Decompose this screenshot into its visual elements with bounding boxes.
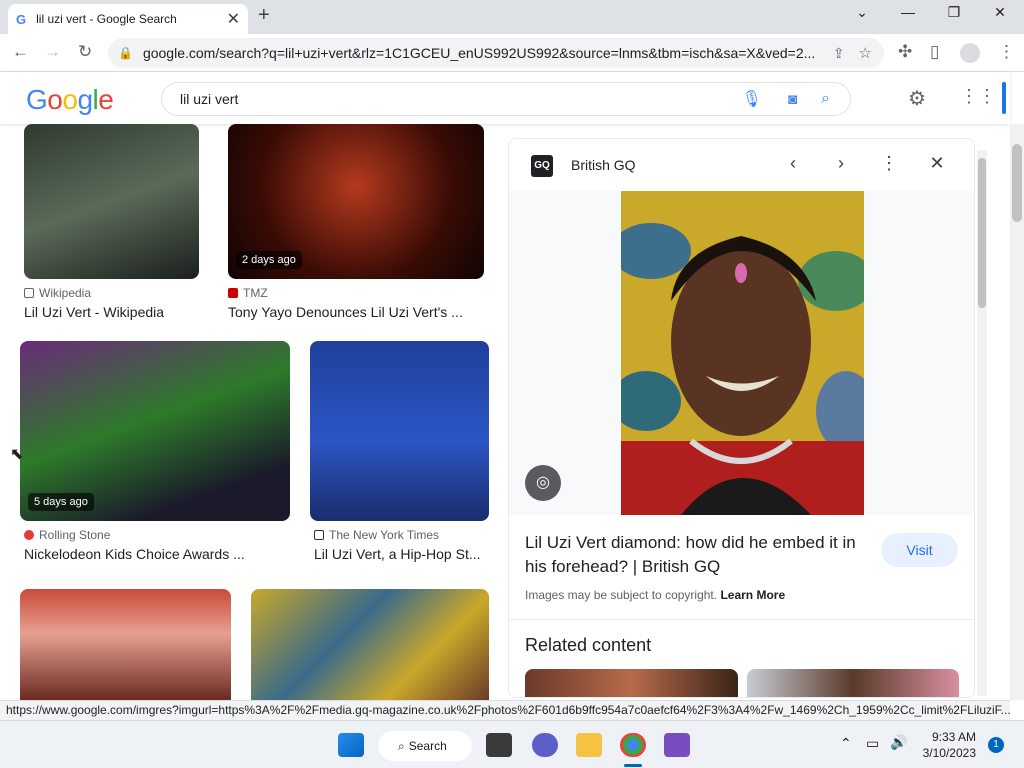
notification-badge[interactable]: 1	[988, 737, 1004, 753]
settings-gear-icon[interactable]: ⚙	[908, 86, 926, 111]
system-clock[interactable]: 9:33 AM 3/10/2023	[920, 729, 976, 761]
tab-search-icon[interactable]: ⌄	[842, 4, 882, 21]
result-caption[interactable]: Tony Yayo Denounces Lil Uzi Vert's ...	[228, 304, 484, 320]
new-tab-icon[interactable]: +	[258, 4, 270, 27]
image-preview-panel: GQ British GQ ‹ › ⋮ ✕ ◎ Lil Uzi Vert dia…	[508, 138, 975, 698]
google-lens-button[interactable]: ◎	[525, 465, 561, 501]
browser-toolbar: ← → ↻ 🔒 google.com/search?q=lil+uzi+vert…	[0, 34, 1024, 72]
result-source-label: Wikipedia	[39, 286, 92, 300]
close-panel-icon[interactable]: ✕	[925, 153, 949, 174]
next-icon[interactable]: ›	[829, 153, 853, 174]
extensions-icon[interactable]: ✣	[898, 42, 912, 62]
previous-icon[interactable]: ‹	[781, 153, 805, 174]
related-image[interactable]	[747, 669, 959, 697]
search-icon[interactable]: ⌕	[821, 90, 830, 108]
result-source-label: Rolling Stone	[39, 528, 111, 542]
google-logo[interactable]: Google	[26, 84, 114, 116]
time-badge: 5 days ago	[28, 493, 94, 511]
back-icon[interactable]: ←	[12, 42, 29, 62]
lock-icon[interactable]: 🔒	[118, 46, 133, 60]
chevron-up-icon[interactable]: ⌃	[840, 735, 852, 752]
result-caption[interactable]: Nickelodeon Kids Choice Awards ...	[24, 546, 290, 562]
result-image[interactable]	[310, 341, 489, 521]
url-text: google.com/search?q=lil+uzi+vert&rlz=1C1…	[142, 45, 816, 61]
panel-scrollbar[interactable]	[977, 150, 987, 696]
network-icon[interactable]: ▭	[866, 735, 879, 752]
result-source[interactable]: Wikipedia	[24, 286, 91, 300]
tab-strip: G lil uzi vert - Google Search ✕ + ⌄ — ❐…	[0, 0, 1024, 34]
visit-button[interactable]: Visit	[881, 533, 958, 567]
file-explorer-icon[interactable]	[576, 733, 602, 757]
share-icon[interactable]: ⇪	[833, 45, 845, 62]
google-header: Google lil uzi vert 🎙 ◙ ⌕ ⚙ ⋮⋮	[0, 72, 1010, 124]
minimize-icon[interactable]: —	[888, 4, 928, 20]
task-view-icon[interactable]	[486, 733, 512, 757]
reload-icon[interactable]: ↻	[78, 42, 92, 62]
result-source[interactable]: The New York Times	[314, 528, 439, 542]
menu-kebab-icon[interactable]: ⋮	[998, 42, 1015, 62]
close-tab-icon[interactable]: ✕	[227, 9, 240, 29]
gq-logo-icon: GQ	[531, 155, 553, 177]
result-caption[interactable]: Lil Uzi Vert, a Hip-Hop St...	[314, 546, 489, 562]
result-image[interactable]: 5 days ago	[20, 341, 290, 521]
mouse-cursor-icon: ⬉	[10, 446, 24, 463]
side-panel-icon[interactable]: ▯	[930, 42, 939, 62]
active-app-indicator	[624, 764, 642, 767]
copyright-text: Images may be subject to copyright.	[525, 588, 718, 602]
page-scrollbar-thumb[interactable]	[1012, 144, 1022, 222]
google-favicon-icon: G	[16, 11, 27, 27]
panel-scrollbar-thumb[interactable]	[978, 158, 986, 308]
page-scrollbar[interactable]	[1010, 124, 1024, 700]
sign-in-button[interactable]	[1002, 82, 1006, 114]
time-badge: 2 days ago	[236, 251, 302, 269]
search-icon: ⌕	[398, 738, 405, 753]
panel-source[interactable]: British GQ	[571, 157, 636, 173]
close-window-icon[interactable]: ✕	[980, 4, 1020, 21]
chrome-icon[interactable]	[620, 733, 646, 757]
search-box[interactable]: lil uzi vert 🎙 ◙ ⌕	[161, 82, 851, 116]
more-options-icon[interactable]: ⋮	[877, 153, 901, 174]
camera-lens-icon[interactable]: ◙	[788, 91, 797, 108]
result-source-label: TMZ	[243, 286, 268, 300]
result-image[interactable]	[251, 589, 489, 700]
forward-icon[interactable]: →	[44, 42, 61, 62]
status-url-bar: https://www.google.com/imgres?imgurl=htt…	[0, 700, 1010, 720]
related-image[interactable]	[525, 669, 738, 697]
search-input[interactable]: lil uzi vert	[180, 91, 742, 107]
bookmark-star-icon[interactable]: ☆	[859, 44, 872, 62]
preview-image[interactable]	[621, 191, 864, 515]
address-bar[interactable]: 🔒 google.com/search?q=lil+uzi+vert&rlz=1…	[108, 38, 884, 68]
result-source[interactable]: Rolling Stone	[24, 528, 110, 542]
volume-icon[interactable]: 🔊	[890, 734, 907, 751]
browser-tab[interactable]: G lil uzi vert - Google Search ✕	[8, 4, 248, 34]
tab-title: lil uzi vert - Google Search	[36, 12, 177, 26]
clock-date: 3/10/2023	[922, 746, 976, 760]
restore-icon[interactable]: ❐	[934, 4, 974, 21]
taskbar-search-label: Search	[408, 739, 447, 753]
clock-time: 9:33 AM	[931, 730, 976, 744]
learn-more-link[interactable]: Learn More	[720, 588, 785, 602]
preview-image-area: ◎	[509, 191, 974, 515]
windows-taskbar: ⌕ Search ⌃ ▭ 🔊 9:33 AM 3/10/2023 1	[0, 720, 1024, 768]
teams-chat-icon[interactable]	[532, 733, 558, 757]
panel-divider	[509, 619, 974, 620]
result-image[interactable]	[24, 124, 199, 279]
taskbar-search[interactable]: ⌕ Search	[378, 731, 472, 761]
related-content-heading: Related content	[525, 635, 652, 655]
result-image[interactable]: 2 days ago	[228, 124, 484, 279]
microphone-icon[interactable]: 🎙	[742, 89, 762, 109]
result-source[interactable]: TMZ	[228, 286, 268, 300]
result-caption[interactable]: Lil Uzi Vert - Wikipedia	[24, 304, 199, 320]
apps-grid-icon[interactable]: ⋮⋮	[960, 86, 996, 107]
copyright-notice: Images may be subject to copyright. Lear…	[525, 588, 785, 602]
result-image[interactable]	[20, 589, 231, 700]
result-source-label: The New York Times	[329, 528, 440, 542]
visual-studio-icon[interactable]	[664, 733, 690, 757]
windows-start-icon[interactable]	[338, 733, 364, 757]
profile-avatar-icon[interactable]	[960, 43, 980, 63]
panel-title[interactable]: Lil Uzi Vert diamond: how did he embed i…	[525, 531, 870, 579]
